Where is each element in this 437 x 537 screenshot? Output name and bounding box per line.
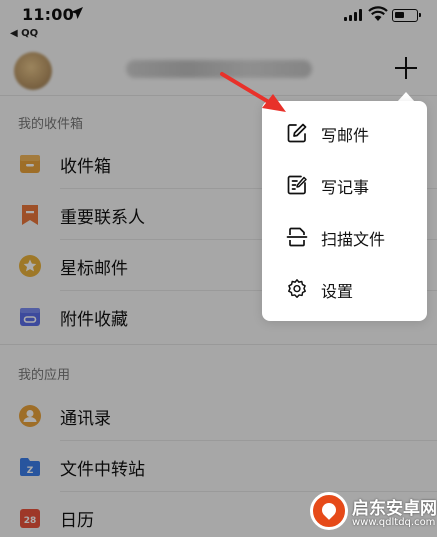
watermark-url: www.qdltdq.com [352, 517, 436, 528]
menu-item-settings[interactable]: 设置 [262, 263, 427, 315]
menu-item-label: 写记事 [321, 178, 370, 197]
watermark: 启东安卓网 www.qdltdq.com [302, 490, 437, 537]
annotation-arrow-icon [220, 72, 286, 112]
menu-item-label: 设置 [321, 282, 354, 301]
menu-item-label: 扫描文件 [321, 230, 386, 249]
watermark-logo-icon [310, 492, 348, 530]
watermark-name: 启东安卓网 [352, 499, 437, 519]
menu-item-label: 写邮件 [321, 126, 370, 145]
menu-item-note[interactable]: 写记事 [262, 159, 427, 211]
scan-icon [286, 227, 308, 247]
gear-icon [288, 279, 306, 298]
note-icon [287, 175, 307, 195]
menu-item-scan[interactable]: 扫描文件 [262, 211, 427, 263]
add-popup-menu: 写邮件 写记事 扫描文件 设置 [262, 101, 427, 321]
